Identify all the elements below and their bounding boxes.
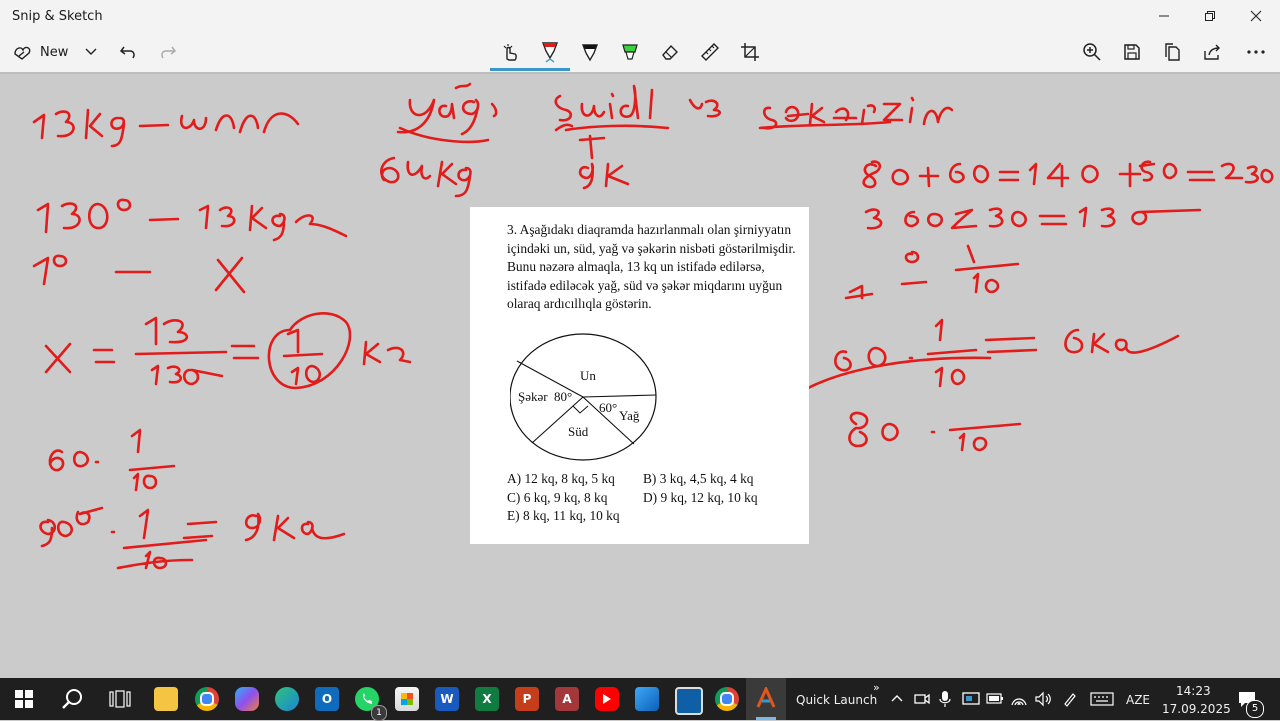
access-icon[interactable]: A	[555, 687, 579, 711]
file-explorer-icon[interactable]	[154, 687, 178, 711]
task-view-icon[interactable]	[108, 687, 132, 711]
answer-a: A) 12 kq, 8 kq, 5 kq	[507, 471, 615, 486]
chrome-icon[interactable]	[195, 687, 219, 711]
pasted-question-image: 3. Aşağıdakı diaqramda hazırlanmalı olan…	[470, 207, 809, 544]
edge-icon[interactable]	[275, 687, 299, 711]
ink-x-fraction	[44, 312, 412, 390]
word-icon[interactable]: W	[435, 687, 459, 711]
battery-icon[interactable]	[986, 693, 1004, 705]
microphone-icon[interactable]	[938, 690, 952, 708]
snip-sketch-icon[interactable]	[754, 687, 778, 711]
touch-keyboard-icon[interactable]	[1090, 692, 1114, 706]
pie-label-yag-angle: 60°	[599, 400, 617, 415]
volume-icon[interactable]	[1034, 691, 1052, 707]
powerpoint-icon[interactable]: P	[515, 687, 539, 711]
answer-d: D) 9 kq, 12 kq, 10 kq	[643, 489, 758, 505]
answer-c: C) 6 kq, 9 kq, 8 kq	[507, 489, 608, 505]
ink-6kq-9k	[380, 156, 630, 198]
snipping-tool-icon[interactable]	[675, 687, 703, 715]
search-icon[interactable]	[60, 687, 84, 711]
ink-right-calculations	[806, 160, 1274, 452]
ink-1deg-x	[32, 254, 246, 294]
quick-launch-label[interactable]: Quick Launch	[796, 693, 877, 707]
answer-options: A) 12 kq, 8 kq, 5 kq B) 3 kq, 4,5 kq, 4 …	[507, 470, 758, 526]
ink-60-times-1-10	[48, 428, 176, 492]
ink-130deg-13kq	[36, 198, 348, 242]
store-icon[interactable]	[395, 687, 419, 711]
whatsapp-badge: 1	[371, 705, 387, 721]
clock-time[interactable]: 14:23	[1176, 684, 1211, 698]
wifi-icon[interactable]	[1010, 691, 1028, 707]
show-hidden-icons-icon[interactable]	[890, 693, 904, 703]
excel-icon[interactable]: X	[475, 687, 499, 711]
pie-label-sud: Süd	[568, 424, 589, 439]
copilot-icon[interactable]	[235, 687, 259, 711]
pie-label-seker: Şəkər	[518, 389, 548, 404]
question-text: 3. Aşağıdakı diaqramda hazırlanmalı olan…	[507, 222, 796, 311]
ink-90-times-1-10-9kq	[39, 506, 346, 570]
pie-label-seker-angle: 80°	[554, 389, 572, 404]
pie-label-un: Un	[580, 368, 596, 383]
chrome-profile-icon[interactable]	[715, 687, 739, 711]
pie-label-yag: Yağ	[619, 408, 640, 423]
answer-e: E) 8 kq, 11 kq, 10 kq	[507, 508, 620, 523]
ink-13kq-un	[32, 108, 300, 148]
pie-diagram: Un Şəkər 80° 60° Yağ Süd	[510, 333, 657, 461]
youtube-icon[interactable]	[595, 687, 619, 711]
taskbar: O 1 W X P A Quick Launch » AZE 14:23 17.…	[0, 678, 1280, 721]
language-indicator[interactable]: AZE	[1126, 693, 1150, 707]
windows-start-icon[interactable]	[12, 687, 36, 711]
ink-yag-sud-ve-sekerin	[396, 82, 954, 160]
outlook-icon[interactable]: O	[315, 687, 339, 711]
meet-now-icon[interactable]	[914, 691, 930, 707]
notification-badge: 5	[1246, 700, 1264, 718]
pen-menu-icon[interactable]	[1062, 691, 1078, 707]
clock-date[interactable]: 17.09.2025	[1162, 702, 1231, 716]
answer-b: B) 3 kq, 4,5 kq, 4 kq	[643, 471, 754, 486]
paint-icon[interactable]	[635, 687, 659, 711]
tablet-icon[interactable]	[962, 691, 980, 707]
chevron-right-icon[interactable]: »	[873, 681, 880, 694]
